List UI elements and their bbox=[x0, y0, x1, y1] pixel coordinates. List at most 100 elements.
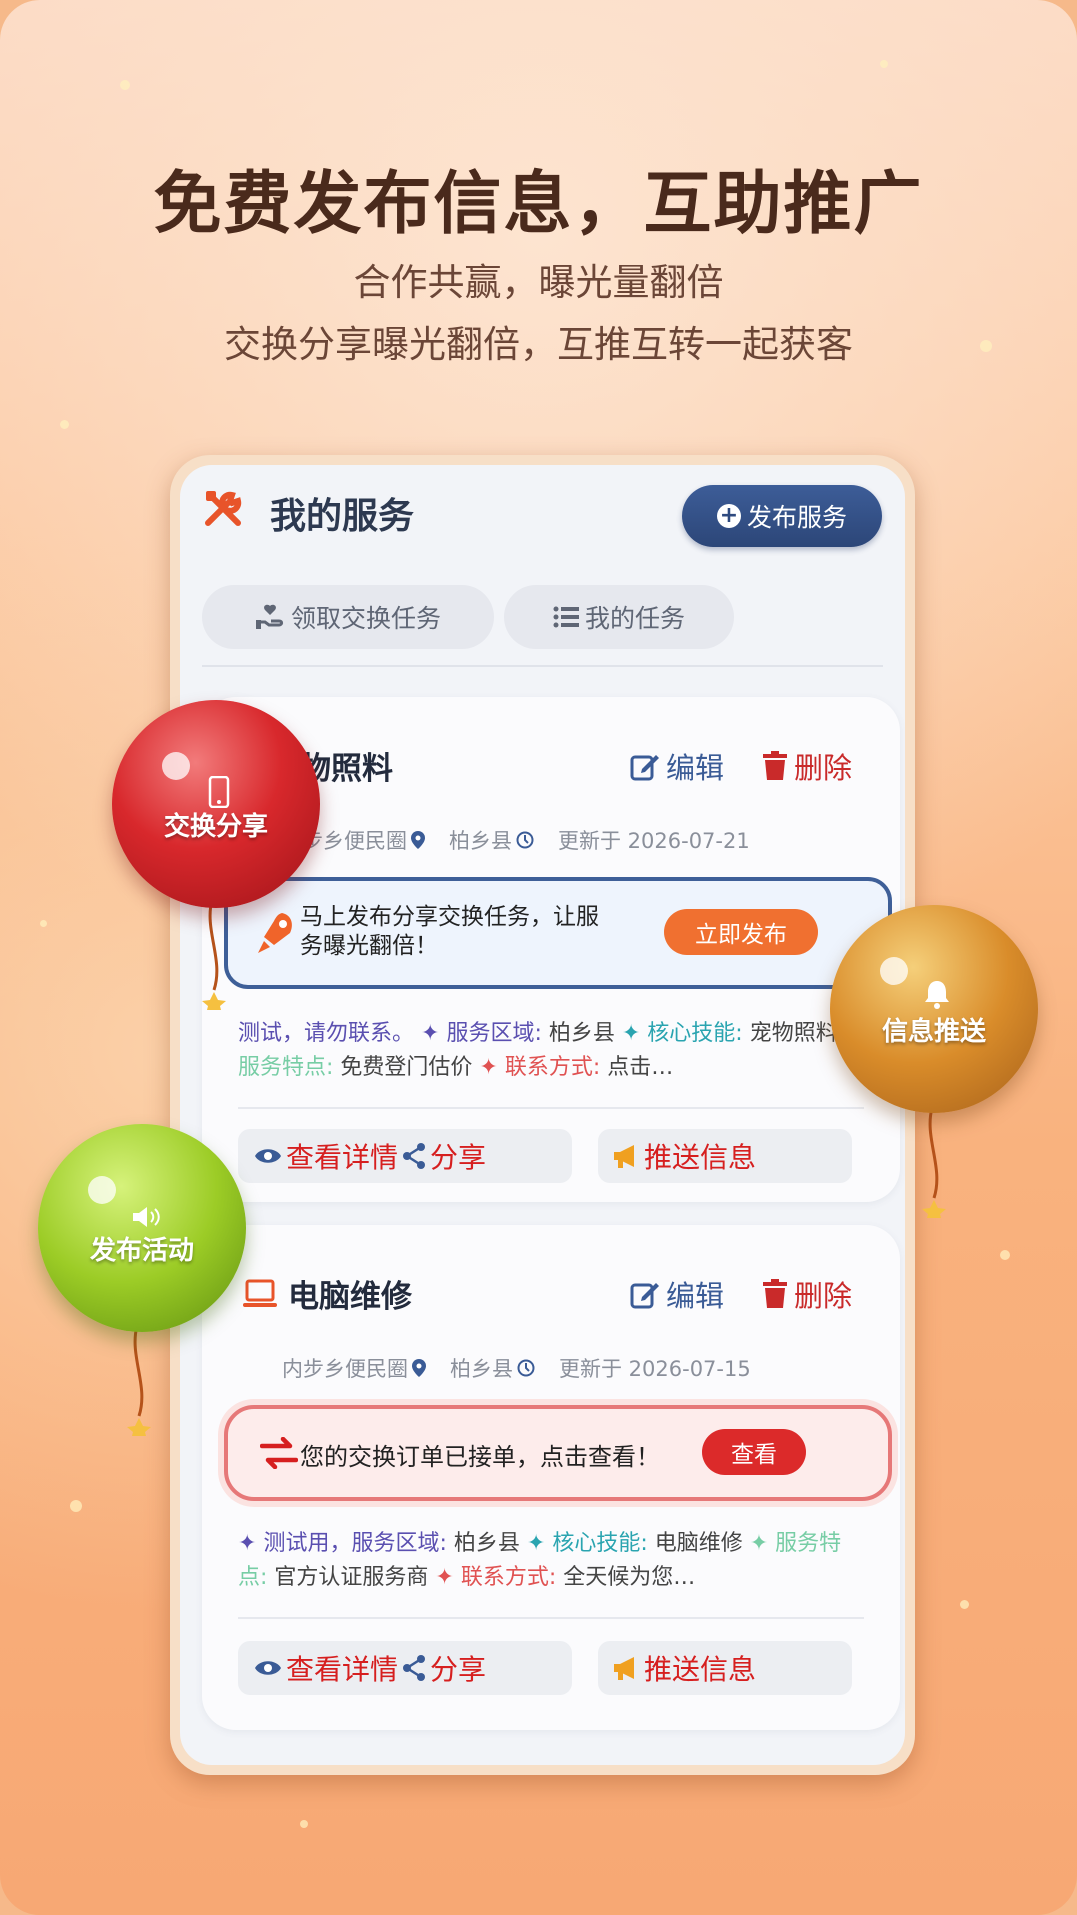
location-pin-icon bbox=[411, 831, 425, 849]
service-title: 电脑维修 bbox=[242, 1271, 412, 1316]
county-name: 柏乡县 bbox=[449, 829, 512, 853]
meta-circle: 步乡便民圈 bbox=[302, 825, 425, 855]
rocket-icon bbox=[258, 913, 292, 953]
page-title: 我的服务 bbox=[270, 496, 415, 537]
meta-county: 柏乡县 bbox=[450, 1353, 535, 1383]
speaker-icon bbox=[133, 1207, 160, 1227]
edit-button[interactable]: 编辑 bbox=[630, 745, 724, 787]
notice-text: 您的交换订单已接单，点击查看！ bbox=[300, 1443, 660, 1471]
sparkle-icon: ✦ bbox=[428, 1565, 461, 1590]
county-name: 柏乡县 bbox=[450, 1357, 513, 1381]
desc-skill-value: 电脑维修 bbox=[654, 1531, 743, 1556]
desc-intro: 测试用， bbox=[263, 1531, 352, 1556]
desc-feature-value: 官方认证服务商 bbox=[274, 1565, 429, 1590]
subheadline-2: 交换分享曝光翻倍，互推互转一起获客 bbox=[224, 323, 853, 366]
sparkle bbox=[960, 1600, 969, 1609]
desc-area-label: 服务区域: bbox=[351, 1531, 447, 1556]
service-meta: 内步乡便民圈 柏乡县 更新于 2026-07-15 bbox=[282, 1353, 751, 1383]
list-icon bbox=[553, 606, 579, 628]
publish-service-button[interactable]: + 发布服务 bbox=[682, 485, 882, 547]
eye-icon bbox=[255, 1661, 281, 1675]
balloon-exchange-share: 交换分享 bbox=[112, 700, 320, 908]
push-info-button[interactable]: 推送信息 bbox=[598, 1641, 852, 1695]
view-detail-link[interactable]: 查看详情 bbox=[286, 1136, 398, 1176]
service-description: ✦ 测试用，服务区域: 柏乡县 ✦ 核心技能: 电脑维修 ✦ 服务特点: 官方认… bbox=[238, 1527, 868, 1595]
share-link[interactable]: 分享 bbox=[430, 1136, 486, 1176]
updated-time: 更新于 2026-07-21 bbox=[558, 829, 750, 853]
desc-contact-value: 全天候为您… bbox=[563, 1565, 696, 1590]
edit-icon bbox=[630, 1283, 659, 1309]
balloon-gloss bbox=[880, 957, 908, 985]
location-pin-icon bbox=[412, 1359, 426, 1377]
push-info-label: 推送信息 bbox=[644, 1141, 757, 1174]
service-description: 测试，请勿联系。 ✦ 服务区域: 柏乡县 ✦ 核心技能: 宠物照料 ✦ 服务特点… bbox=[238, 1017, 868, 1085]
desc-area-label: 服务区域: bbox=[446, 1021, 542, 1046]
desc-feature-label: 服务特点: bbox=[238, 1055, 334, 1080]
megaphone-icon bbox=[614, 1657, 634, 1680]
sparkle-icon: ✦ bbox=[238, 1531, 264, 1556]
trash-icon bbox=[763, 751, 787, 780]
tab-claim-exchange[interactable]: 领取交换任务 bbox=[202, 585, 494, 649]
circle-name: 内步乡便民圈 bbox=[282, 1357, 408, 1381]
detail-share-actions[interactable]: 查看详情 分享 bbox=[238, 1129, 572, 1183]
app-header: 我的服务 + 发布服务 bbox=[180, 465, 905, 575]
view-detail-link[interactable]: 查看详情 bbox=[286, 1648, 398, 1688]
detail-share-actions[interactable]: 查看详情 分享 bbox=[238, 1641, 572, 1695]
tab-my-tasks[interactable]: 我的任务 bbox=[504, 585, 734, 649]
delete-button[interactable]: 删除 bbox=[762, 745, 852, 787]
edit-button[interactable]: 编辑 bbox=[630, 1273, 724, 1315]
subheadline-1: 合作共赢，曝光量翻倍 bbox=[353, 261, 724, 304]
sparkle bbox=[40, 920, 47, 927]
delete-label: 删除 bbox=[794, 1279, 853, 1313]
balloon-publish-event: 发布活动 bbox=[38, 1124, 246, 1332]
sparkle-icon: ✦ bbox=[614, 1021, 648, 1046]
balloon-label: 信息推送 bbox=[881, 1017, 986, 1047]
clock-icon bbox=[517, 1359, 535, 1377]
balloon-info-push: 信息推送 bbox=[830, 905, 1038, 1113]
sparkle bbox=[60, 420, 69, 429]
tab-claim-exchange-label: 领取交换任务 bbox=[290, 604, 441, 633]
sparkle-icon: ✦ bbox=[414, 1021, 447, 1046]
hand-heart-icon bbox=[255, 604, 284, 629]
desc-intro: 测试，请勿联系。 bbox=[238, 1021, 415, 1046]
view-order-button[interactable]: 查看 bbox=[702, 1429, 806, 1475]
balloon-gloss bbox=[162, 752, 190, 780]
publish-service-label: 发布服务 bbox=[746, 503, 847, 532]
balloon-string bbox=[127, 1326, 151, 1436]
sparkle-icon: ✦ bbox=[472, 1055, 505, 1080]
updated-time: 更新于 2026-07-15 bbox=[559, 1357, 751, 1381]
divider bbox=[238, 1617, 864, 1619]
service-card: 电脑维修 编辑 删除 内步乡便民圈 柏乡县 更新于 2026-07-15 您的交… bbox=[202, 1225, 900, 1730]
meta-circle: 内步乡便民圈 bbox=[282, 1353, 426, 1383]
publish-task-notice: 马上发布分享交换任务，让服务曝光翻倍！ 立即发布 bbox=[224, 877, 892, 989]
publish-now-button[interactable]: 立即发布 bbox=[664, 909, 818, 955]
swap-arrows-icon bbox=[260, 1437, 298, 1469]
balloon-gloss bbox=[88, 1176, 116, 1204]
desc-skill-label: 核心技能: bbox=[552, 1531, 648, 1556]
sparkle-icon: ✦ bbox=[519, 1531, 553, 1556]
edit-label: 编辑 bbox=[666, 751, 725, 785]
delete-button[interactable]: 删除 bbox=[762, 1273, 852, 1315]
edit-label: 编辑 bbox=[666, 1279, 725, 1313]
phone-mockup: 我的服务 + 发布服务 领取交换任务 我的任务 物照料 编辑 删除 步乡便民圈 … bbox=[170, 455, 915, 1775]
balloon-label: 交换分享 bbox=[163, 812, 268, 842]
clock-icon bbox=[516, 831, 534, 849]
sparkle bbox=[120, 80, 130, 90]
sparkle bbox=[70, 1500, 82, 1512]
desc-skill-value: 宠物照料 bbox=[749, 1021, 838, 1046]
order-accepted-notice: 您的交换订单已接单，点击查看！ 查看 bbox=[224, 1405, 892, 1501]
push-info-label: 推送信息 bbox=[644, 1653, 757, 1686]
desc-skill-label: 核心技能: bbox=[647, 1021, 743, 1046]
sparkle bbox=[880, 60, 888, 68]
notice-text: 马上发布分享交换任务，让服务曝光翻倍！ bbox=[300, 904, 599, 959]
edit-icon bbox=[630, 755, 659, 781]
phone-icon bbox=[208, 776, 230, 808]
laptop-icon bbox=[243, 1279, 277, 1307]
push-info-button[interactable]: 推送信息 bbox=[598, 1129, 852, 1183]
balloon-string bbox=[202, 900, 226, 1010]
desc-contact-value: 点击… bbox=[607, 1055, 674, 1080]
share-link[interactable]: 分享 bbox=[430, 1648, 486, 1688]
trash-icon bbox=[763, 1279, 787, 1308]
headline: 免费发布信息，互助推广 bbox=[153, 165, 924, 244]
desc-contact-label: 联系方式: bbox=[460, 1565, 557, 1590]
